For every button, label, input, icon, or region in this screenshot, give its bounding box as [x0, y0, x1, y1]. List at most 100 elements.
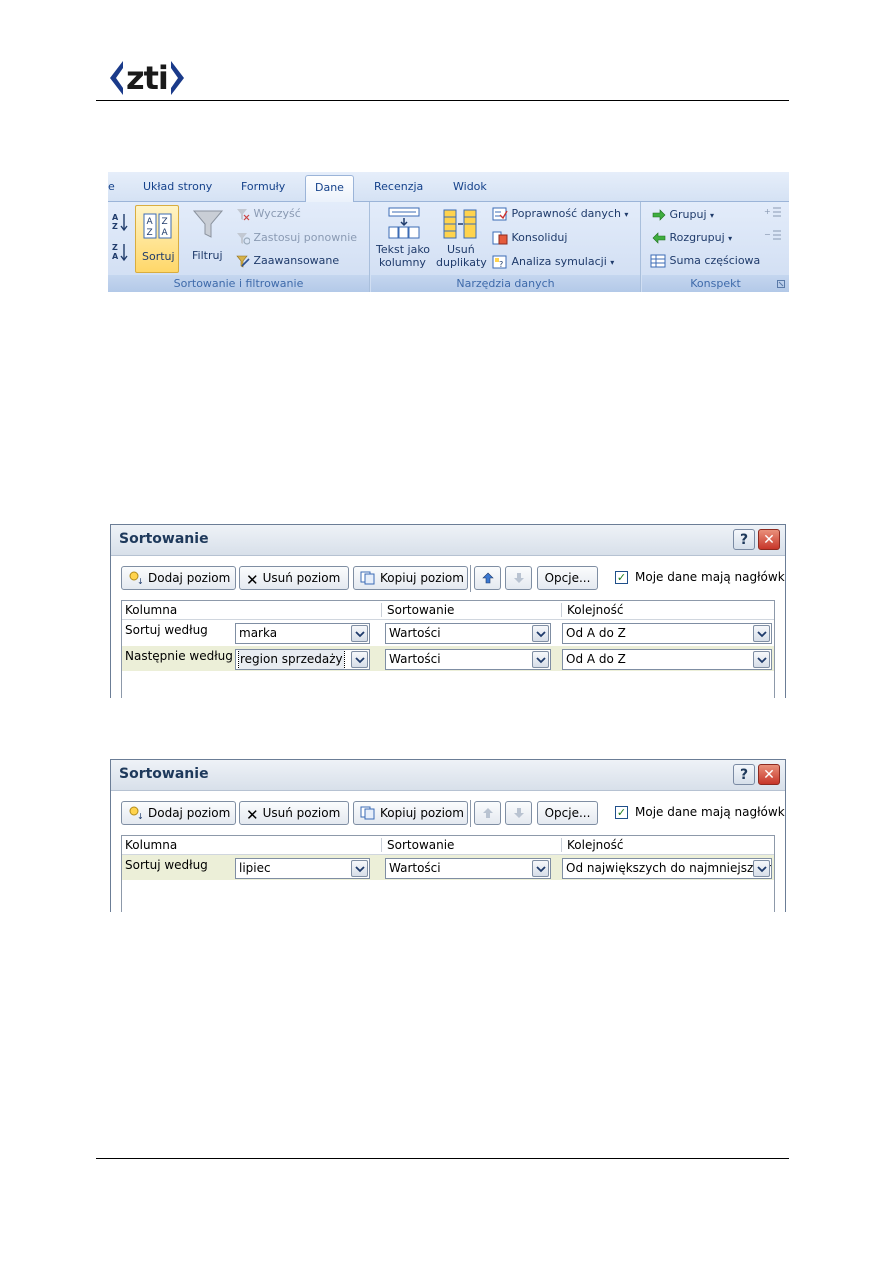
- delete-level-button[interactable]: ✕ Usuń poziom: [239, 566, 349, 590]
- move-down-button[interactable]: [505, 801, 532, 825]
- column-select[interactable]: marka: [235, 623, 370, 644]
- sort-levels-grid: Kolumna Sortowanie Kolejność Sortuj wedł…: [121, 600, 775, 698]
- sort-levels-grid: Kolumna Sortowanie Kolejność Sortuj wedł…: [121, 835, 775, 912]
- add-level-button[interactable]: ↓ Dodaj poziom: [121, 801, 236, 825]
- chevron-down-icon[interactable]: [753, 625, 770, 642]
- sort-button-label: Sortuj: [142, 250, 175, 263]
- svg-text:+: +: [764, 207, 771, 216]
- chevron-down-icon[interactable]: [532, 860, 549, 877]
- sort-button[interactable]: AZ ZA Sortuj: [135, 205, 179, 273]
- text-to-columns-line2[interactable]: kolumny: [379, 256, 426, 269]
- tab-data[interactable]: Dane: [305, 175, 354, 203]
- headers-checkbox-label: Moje dane mają nagłówki: [635, 805, 786, 819]
- headers-checkbox[interactable]: ✓: [615, 571, 628, 584]
- data-validation-button[interactable]: Poprawność danych ▾: [492, 207, 628, 221]
- header-sort-on: Sortowanie: [387, 603, 455, 617]
- options-button[interactable]: Opcje...: [537, 566, 598, 590]
- sort-on-value: Wartości: [389, 626, 441, 640]
- clear-label: Wyczyść: [253, 207, 301, 220]
- header-column: Kolumna: [125, 838, 178, 852]
- move-up-button[interactable]: [474, 566, 501, 590]
- chevron-down-icon[interactable]: [532, 651, 549, 668]
- text-to-columns-line1[interactable]: Tekst jako: [376, 243, 430, 256]
- options-button[interactable]: Opcje...: [537, 801, 598, 825]
- what-if-button[interactable]: ? Analiza symulacji ▾: [492, 255, 614, 269]
- add-level-label: Dodaj poziom: [148, 571, 231, 585]
- group-button[interactable]: Grupuj ▾: [652, 208, 714, 221]
- hide-detail-icon[interactable]: −: [764, 229, 782, 243]
- consolidate-label: Konsoliduj: [511, 231, 568, 244]
- header-rule: [96, 100, 789, 101]
- svg-text:A: A: [112, 213, 119, 222]
- remove-duplicates-line2[interactable]: duplikaty: [436, 256, 487, 269]
- tab-formulas[interactable]: Formuły: [241, 180, 285, 193]
- advanced-label: Zaawansowane: [253, 254, 340, 267]
- sort-dialog-1: Sortowanie ? ✕ ↓ Dodaj poziom ✕ Usuń pozio…: [110, 524, 786, 698]
- ribbon-tab-bar: e Układ strony Formuły Dane Recenzja Wid…: [108, 172, 789, 203]
- chevron-down-icon[interactable]: [532, 625, 549, 642]
- subtotal-icon: [650, 254, 666, 268]
- sort-level-row[interactable]: Sortuj według marka Wartości Od A do Z: [122, 620, 774, 645]
- chevron-down-icon[interactable]: [753, 860, 770, 877]
- chevron-down-icon[interactable]: [351, 651, 368, 668]
- order-select[interactable]: Od A do Z: [562, 623, 772, 644]
- help-button[interactable]: ?: [733, 529, 755, 550]
- sort-az-icon[interactable]: A Z: [112, 212, 130, 232]
- filter-funnel-icon[interactable]: [192, 208, 224, 240]
- close-button[interactable]: ✕: [758, 529, 780, 550]
- order-value: Od największych do najmniejszych: [566, 861, 772, 875]
- advanced-button[interactable]: Zaawansowane: [236, 254, 339, 268]
- tab-partial[interactable]: e: [108, 180, 115, 193]
- move-up-button[interactable]: [474, 801, 501, 825]
- sort-on-select[interactable]: Wartości: [385, 649, 551, 670]
- sort-level-row[interactable]: Następnie według region sprzedaży Wartoś…: [122, 646, 774, 671]
- ungroup-button[interactable]: Rozgrupuj ▾: [652, 231, 732, 244]
- subtotal-button[interactable]: Suma częściowa: [650, 254, 760, 268]
- outline-group: Grupuj ▾ Rozgrupuj ▾ Suma częściowa + − …: [642, 202, 789, 292]
- text-to-columns-icon[interactable]: [388, 207, 420, 239]
- order-select[interactable]: Od A do Z: [562, 649, 772, 670]
- remove-duplicates-icon[interactable]: [443, 209, 477, 239]
- reapply-icon: [237, 232, 250, 245]
- reapply-label: Zastosuj ponownie: [253, 231, 358, 244]
- consolidate-button[interactable]: Konsoliduj: [492, 231, 567, 245]
- dialog-launcher-icon[interactable]: [777, 280, 785, 288]
- order-select[interactable]: Od największych do najmniejszych: [562, 858, 772, 879]
- sort-level-row[interactable]: Sortuj według lipiec Wartości Od najwięk…: [122, 855, 774, 880]
- tab-review[interactable]: Recenzja: [374, 180, 423, 193]
- add-level-icon: ↓: [129, 806, 144, 820]
- clear-button[interactable]: Wyczyść: [236, 207, 301, 221]
- data-tools-group: Tekst jako kolumny Usuń duplikaty Popraw…: [371, 202, 641, 292]
- help-button[interactable]: ?: [733, 764, 755, 785]
- svg-text:↓: ↓: [137, 577, 144, 585]
- copy-level-button[interactable]: Kopiuj poziom: [353, 801, 468, 825]
- sort-on-select[interactable]: Wartości: [385, 858, 551, 879]
- tab-page-layout[interactable]: Układ strony: [143, 180, 212, 193]
- column-value: lipiec: [239, 861, 271, 875]
- move-down-button[interactable]: [505, 566, 532, 590]
- dialog-title-bar: Sortowanie ? ✕: [111, 525, 785, 556]
- dialog-title: Sortowanie: [119, 766, 209, 782]
- delete-level-button[interactable]: ✕ Usuń poziom: [239, 801, 349, 825]
- chevron-down-icon[interactable]: [753, 651, 770, 668]
- sort-za-icon[interactable]: Z A: [112, 242, 130, 262]
- chevron-down-icon[interactable]: [351, 860, 368, 877]
- chevron-down-icon[interactable]: [351, 625, 368, 642]
- column-value: region sprzedaży: [238, 650, 345, 669]
- close-button[interactable]: ✕: [758, 764, 780, 785]
- reapply-button[interactable]: Zastosuj ponownie: [236, 231, 357, 245]
- tab-view[interactable]: Widok: [453, 180, 487, 193]
- svg-text:A: A: [162, 228, 169, 238]
- filter-button-label[interactable]: Filtruj: [192, 249, 223, 262]
- add-level-button[interactable]: ↓ Dodaj poziom: [121, 566, 236, 590]
- copy-level-button[interactable]: Kopiuj poziom: [353, 566, 468, 590]
- headers-checkbox[interactable]: ✓: [615, 806, 628, 819]
- show-detail-icon[interactable]: +: [764, 206, 782, 220]
- remove-duplicates-line1[interactable]: Usuń: [447, 243, 475, 256]
- column-select[interactable]: region sprzedaży: [235, 649, 370, 670]
- sort-filter-caption: Sortowanie i filtrowanie: [108, 275, 369, 292]
- sort-on-select[interactable]: Wartości: [385, 623, 551, 644]
- copy-level-icon: [360, 806, 375, 820]
- column-select[interactable]: lipiec: [235, 858, 370, 879]
- sort-dialog-icon: AZ ZA: [143, 213, 172, 239]
